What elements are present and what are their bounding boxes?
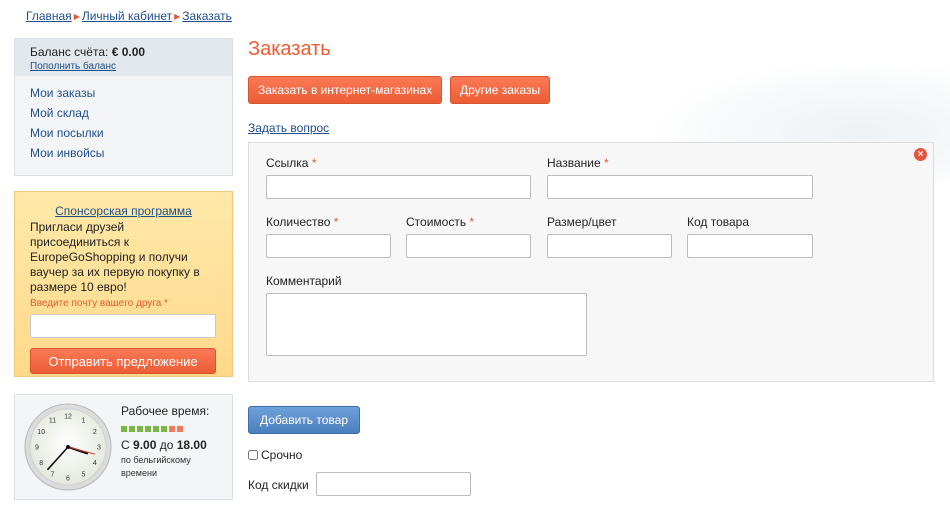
breadcrumb-order[interactable]: Заказать — [182, 9, 232, 23]
order-item-form: × Ссылка * Название * Количество * Стоим… — [248, 142, 934, 382]
hour-bar — [129, 426, 135, 432]
urgent-checkbox[interactable] — [248, 450, 258, 460]
timezone-note: по бельгийскому времени — [121, 455, 191, 478]
comment-textarea[interactable] — [266, 293, 587, 356]
sponsor-program-panel: Спонсорская программа Пригласи друзей пр… — [14, 191, 233, 377]
comment-label: Комментарий — [266, 274, 342, 288]
work-hours-title: Рабочее время: — [121, 404, 210, 418]
price-label: Стоимость * — [406, 215, 474, 229]
work-hours-info: Рабочее время: С 9.00 до 18.00 по бельги… — [121, 404, 229, 480]
clock-number: 1 — [82, 418, 86, 425]
account-menu: Мои заказы Мой склад Мои посылки Мои инв… — [15, 76, 232, 164]
order-from-shops-button[interactable]: Заказать в интернет-магазинах — [248, 76, 443, 104]
topup-link[interactable]: Пополнить баланс — [30, 61, 217, 72]
required-mark: * — [333, 215, 339, 229]
price-label-text: Стоимость — [406, 215, 467, 229]
hour-bar — [153, 426, 159, 432]
clock-number: 12 — [64, 414, 72, 421]
account-menu-item: Мои инвойсы — [30, 144, 217, 164]
account-panel: Баланс счёта: € 0.00 Пополнить баланс Мо… — [14, 38, 233, 176]
clock-number: 4 — [93, 460, 97, 467]
breadcrumb-home[interactable]: Главная — [26, 9, 72, 23]
other-orders-button[interactable]: Другие заказы — [450, 76, 551, 104]
clock-number: 9 — [35, 445, 39, 452]
clock-icon: 12 12 3 45 6 7 8 9 10 11 — [24, 403, 112, 491]
price-input[interactable] — [406, 234, 531, 258]
hours-to: 18.00 — [176, 438, 207, 452]
hour-bar — [161, 426, 167, 432]
required-mark: * — [311, 156, 317, 170]
clock-number: 6 — [66, 476, 70, 483]
page-title: Заказать — [248, 38, 331, 60]
size-color-label: Размер/цвет — [547, 215, 617, 229]
product-code-label: Код товара — [687, 215, 750, 229]
account-balance-header: Баланс счёта: € 0.00 Пополнить баланс — [15, 39, 232, 76]
my-invoices-link[interactable]: Мои инвойсы — [30, 146, 104, 160]
friend-email-label-text: Введите почту вашего друга — [30, 298, 162, 309]
quantity-label-text: Количество — [266, 215, 331, 229]
clock-number: 2 — [93, 429, 97, 436]
my-warehouse-link[interactable]: Мой склад — [30, 106, 89, 120]
quantity-label: Количество * — [266, 215, 338, 229]
balance-label: Баланс счёта: — [30, 45, 109, 59]
clock-number: 11 — [49, 418, 56, 425]
name-label-text: Название — [547, 156, 601, 170]
product-code-input[interactable] — [687, 234, 813, 258]
clock-number: 7 — [51, 471, 55, 478]
breadcrumb: Главная ▶ Личный кабинет ▶ Заказать — [26, 9, 232, 23]
name-input[interactable] — [547, 175, 813, 199]
urgent-label: Срочно — [261, 448, 303, 462]
friend-email-label: Введите почту вашего друга * — [30, 298, 217, 309]
add-item-button[interactable]: Добавить товар — [248, 406, 360, 434]
hour-bar — [145, 426, 151, 432]
clock-number: 3 — [97, 445, 101, 452]
balance-value: € 0.00 — [111, 45, 146, 59]
link-label: Ссылка * — [266, 156, 317, 170]
discount-code-label: Код скидки — [248, 478, 309, 492]
hour-bar — [169, 426, 175, 432]
account-menu-item: Мои заказы — [30, 84, 217, 104]
hour-bar — [177, 426, 183, 432]
my-orders-link[interactable]: Мои заказы — [30, 86, 95, 100]
work-hours-panel: 12 1 2 3 4 5 6 7 8 9 10 11 Рабочее время: С 9.00 до… — [14, 394, 233, 500]
work-hours-range: С 9.00 до 18.00 — [121, 438, 229, 452]
name-label: Название * — [547, 156, 609, 170]
hour-bar — [121, 426, 127, 432]
breadcrumb-separator-icon: ▶ — [174, 12, 181, 21]
hours-from: 9.00 — [133, 438, 157, 452]
required-mark: * — [603, 156, 609, 170]
balance: Баланс счёта: € 0.00 — [30, 45, 217, 59]
urgent-option[interactable]: Срочно — [248, 448, 302, 462]
breadcrumb-separator-icon: ▶ — [73, 12, 80, 21]
clock-number: 10 — [37, 429, 45, 436]
to-prefix: до — [159, 438, 174, 452]
required-mark: * — [469, 215, 475, 229]
link-input[interactable] — [266, 175, 531, 199]
clock-number: 8 — [39, 460, 43, 467]
hour-bar — [137, 426, 143, 432]
required-mark: * — [164, 298, 168, 309]
discount-code-input[interactable] — [316, 472, 471, 496]
account-menu-item: Мой склад — [30, 104, 217, 124]
breadcrumb-account[interactable]: Личный кабинет — [82, 9, 172, 23]
size-color-input[interactable] — [547, 234, 672, 258]
send-invitation-button[interactable]: Отправить предложение — [30, 348, 216, 374]
close-icon[interactable]: × — [914, 148, 927, 161]
sponsor-program-link[interactable]: Спонсорская программа — [30, 204, 217, 218]
account-menu-item: Мои посылки — [30, 124, 217, 144]
quantity-input[interactable] — [266, 234, 391, 258]
work-hours-bars — [121, 426, 229, 432]
clock-number: 5 — [82, 471, 86, 478]
from-prefix: С — [121, 438, 130, 452]
my-parcels-link[interactable]: Мои посылки — [30, 126, 104, 140]
ask-question-link[interactable]: Задать вопрос — [248, 121, 329, 135]
sponsor-program-text: Пригласи друзей присоединиться к EuropeG… — [30, 220, 200, 294]
friend-email-input[interactable] — [30, 314, 216, 338]
link-label-text: Ссылка — [266, 156, 309, 170]
